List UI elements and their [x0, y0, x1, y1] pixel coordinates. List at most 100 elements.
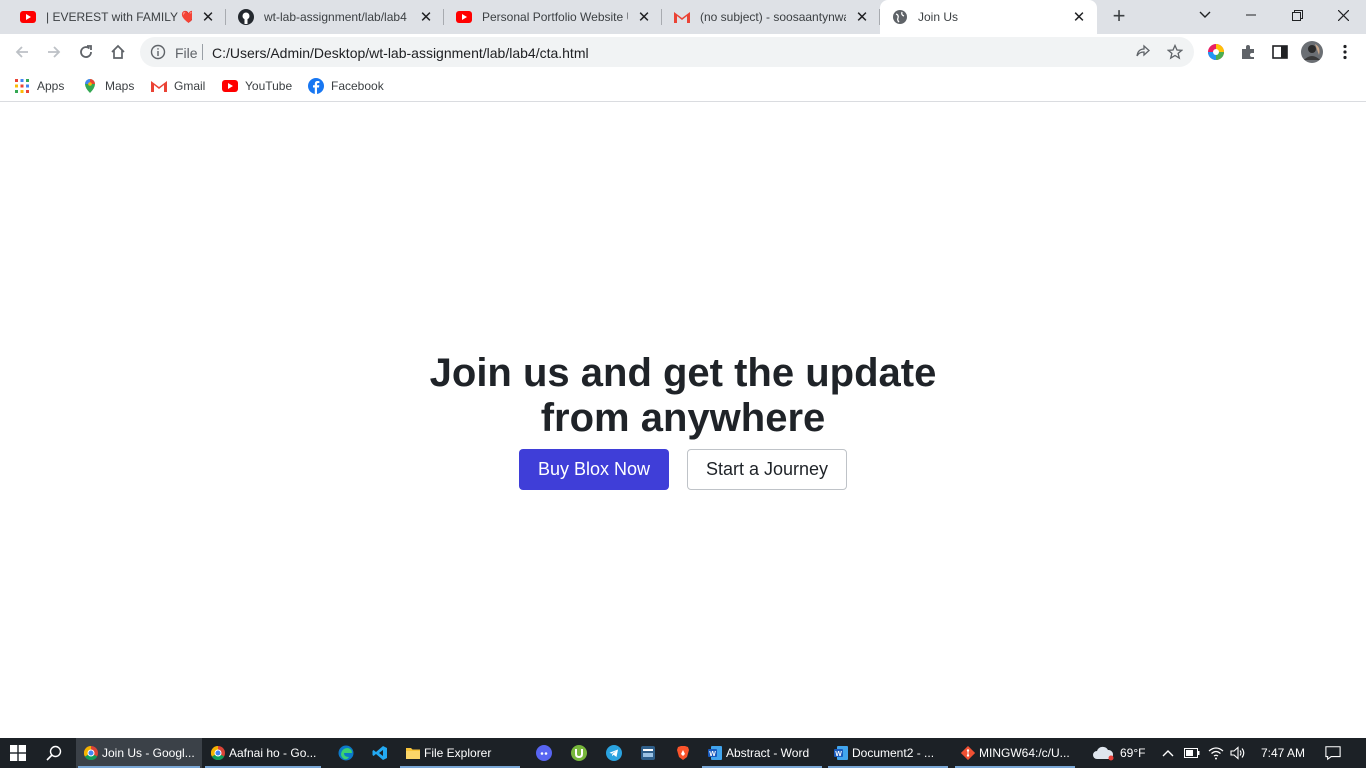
buy-blox-now-button[interactable]: Buy Blox Now [519, 449, 669, 490]
taskbar-label: File Explorer [424, 746, 492, 760]
reload-button[interactable] [72, 38, 100, 66]
chevron-up-icon[interactable] [1160, 745, 1176, 761]
close-icon[interactable]: ✕ [854, 9, 870, 26]
tab-title: Personal Portfolio Website Us [482, 10, 628, 24]
bookmark-label: YouTube [245, 79, 293, 93]
github-icon [238, 9, 254, 25]
bookmark-maps[interactable]: Maps [82, 76, 134, 96]
taskbar-label: Join Us - Googl... [102, 746, 195, 760]
taskbar-item-join-us[interactable]: Join Us - Googl... [76, 738, 202, 768]
back-arrow-icon [15, 46, 28, 58]
tab-gmail[interactable]: (no subject) - soosaantynwa ✕ [662, 0, 880, 34]
url-text[interactable]: C:/Users/Admin/Desktop/wt-lab-assignment… [212, 45, 589, 61]
taskbar-label: Abstract - Word [726, 746, 810, 760]
taskbar-item-file-explorer[interactable]: File Explorer [398, 738, 522, 768]
forward-arrow-icon [48, 46, 61, 58]
taskbar-item-aafnai-ho[interactable]: Aafnai ho - Go... [203, 738, 323, 768]
tab-search-icon[interactable] [1182, 0, 1228, 30]
bookmarks-bar: Apps Maps Gmail YouTube Facebook [0, 70, 1366, 102]
close-icon[interactable]: ✕ [418, 9, 434, 26]
bookmark-gmail[interactable]: Gmail [151, 76, 205, 96]
weather-temp: 69°F [1120, 746, 1146, 760]
tab-title: | EVEREST with FAMILY ❤️ | F [46, 10, 192, 24]
tab-title: (no subject) - soosaantynwa [700, 10, 846, 24]
color-wheel-extension-icon[interactable] [1207, 43, 1225, 61]
tab-title: Join Us [918, 10, 959, 24]
chrome-icon [211, 746, 225, 760]
taskbar-item-abstract-word[interactable]: W Abstract - Word [700, 738, 824, 768]
bookmark-youtube[interactable]: YouTube [222, 76, 292, 96]
close-icon[interactable]: ✕ [636, 9, 652, 26]
apps-grid-icon [14, 78, 30, 94]
forward-button[interactable] [40, 38, 68, 66]
weather-widget[interactable]: 69°F [1092, 738, 1145, 768]
windows-start-icon[interactable] [10, 745, 26, 761]
notification-icon[interactable] [1325, 745, 1341, 761]
wifi-icon[interactable] [1208, 745, 1224, 761]
page-viewport: Join us and get the update from anywhere… [0, 103, 1366, 738]
bookmark-star-icon[interactable] [1166, 43, 1184, 60]
new-tab-button[interactable]: + [1107, 5, 1131, 29]
divider [202, 44, 203, 60]
home-icon [111, 44, 125, 59]
bookmark-apps[interactable]: Apps [14, 76, 64, 96]
gmail-icon [151, 78, 167, 94]
bookmark-label: Gmail [174, 79, 206, 93]
tab-everest[interactable]: | EVEREST with FAMILY ❤️ | F ✕ [8, 0, 226, 34]
svg-text:W: W [835, 751, 842, 758]
word-icon: W [834, 746, 848, 760]
facebook-icon [308, 78, 324, 94]
bookmark-label: Maps [105, 79, 135, 93]
bookmark-label: Facebook [331, 79, 384, 93]
youtube-icon [20, 9, 36, 25]
extensions-puzzle-icon[interactable] [1239, 43, 1257, 61]
taskbar-label: MINGW64:/c/U... [979, 746, 1070, 760]
taskbar-item-document2[interactable]: W Document2 - ... [826, 738, 950, 768]
bookmark-label: Apps [37, 79, 65, 93]
taskbar-item-mingw64[interactable]: MINGW64:/c/U... [953, 738, 1077, 768]
close-icon[interactable]: ✕ [1071, 9, 1087, 26]
close-icon[interactable]: ✕ [200, 9, 216, 26]
start-a-journey-button[interactable]: Start a Journey [687, 449, 847, 490]
vscode-icon[interactable] [372, 745, 388, 761]
side-panel-icon[interactable] [1271, 43, 1289, 61]
brave-icon[interactable] [675, 745, 691, 761]
home-button[interactable] [104, 38, 132, 66]
app-icon[interactable] [640, 745, 656, 761]
share-icon[interactable] [1135, 44, 1151, 60]
reload-icon [80, 45, 92, 58]
cta-heading: Join us and get the update from anywhere [429, 351, 937, 440]
windows-taskbar: Join Us - Googl... Aafnai ho - Go... Fil… [0, 738, 1366, 768]
chrome-icon [84, 746, 98, 760]
maps-icon [82, 78, 98, 94]
bookmark-facebook[interactable]: Facebook [308, 76, 384, 96]
youtube-icon [456, 9, 472, 25]
edge-icon[interactable] [338, 745, 354, 761]
clock[interactable]: 7:47 AM [1261, 738, 1305, 768]
search-icon[interactable] [46, 745, 62, 761]
minimize-button[interactable] [1228, 0, 1274, 30]
restore-button[interactable] [1274, 0, 1320, 30]
youtube-icon [222, 78, 238, 94]
git-icon [961, 746, 975, 760]
address-bar[interactable]: File C:/Users/Admin/Desktop/wt-lab-assig… [140, 37, 1194, 67]
volume-icon[interactable] [1230, 745, 1246, 761]
taskbar-label: Aafnai ho - Go... [229, 746, 317, 760]
svg-text:W: W [709, 751, 716, 758]
tab-join-us[interactable]: Join Us ✕ [880, 0, 1097, 34]
menu-kebab-icon[interactable] [1336, 43, 1354, 61]
utorrent-icon[interactable] [571, 745, 587, 761]
tab-github[interactable]: wt-lab-assignment/lab/lab4 a ✕ [226, 0, 444, 34]
info-icon[interactable] [150, 44, 166, 60]
word-icon: W [708, 746, 722, 760]
back-button[interactable] [8, 38, 36, 66]
tab-title: wt-lab-assignment/lab/lab4 a [264, 10, 410, 24]
taskbar-label: Document2 - ... [852, 746, 935, 760]
profile-avatar[interactable] [1301, 41, 1323, 63]
discord-icon[interactable] [536, 745, 552, 761]
telegram-icon[interactable] [606, 745, 622, 761]
clock-time: 7:47 AM [1261, 746, 1306, 760]
tab-portfolio[interactable]: Personal Portfolio Website Us ✕ [444, 0, 662, 34]
battery-icon[interactable] [1184, 745, 1200, 761]
close-window-button[interactable] [1320, 0, 1366, 30]
